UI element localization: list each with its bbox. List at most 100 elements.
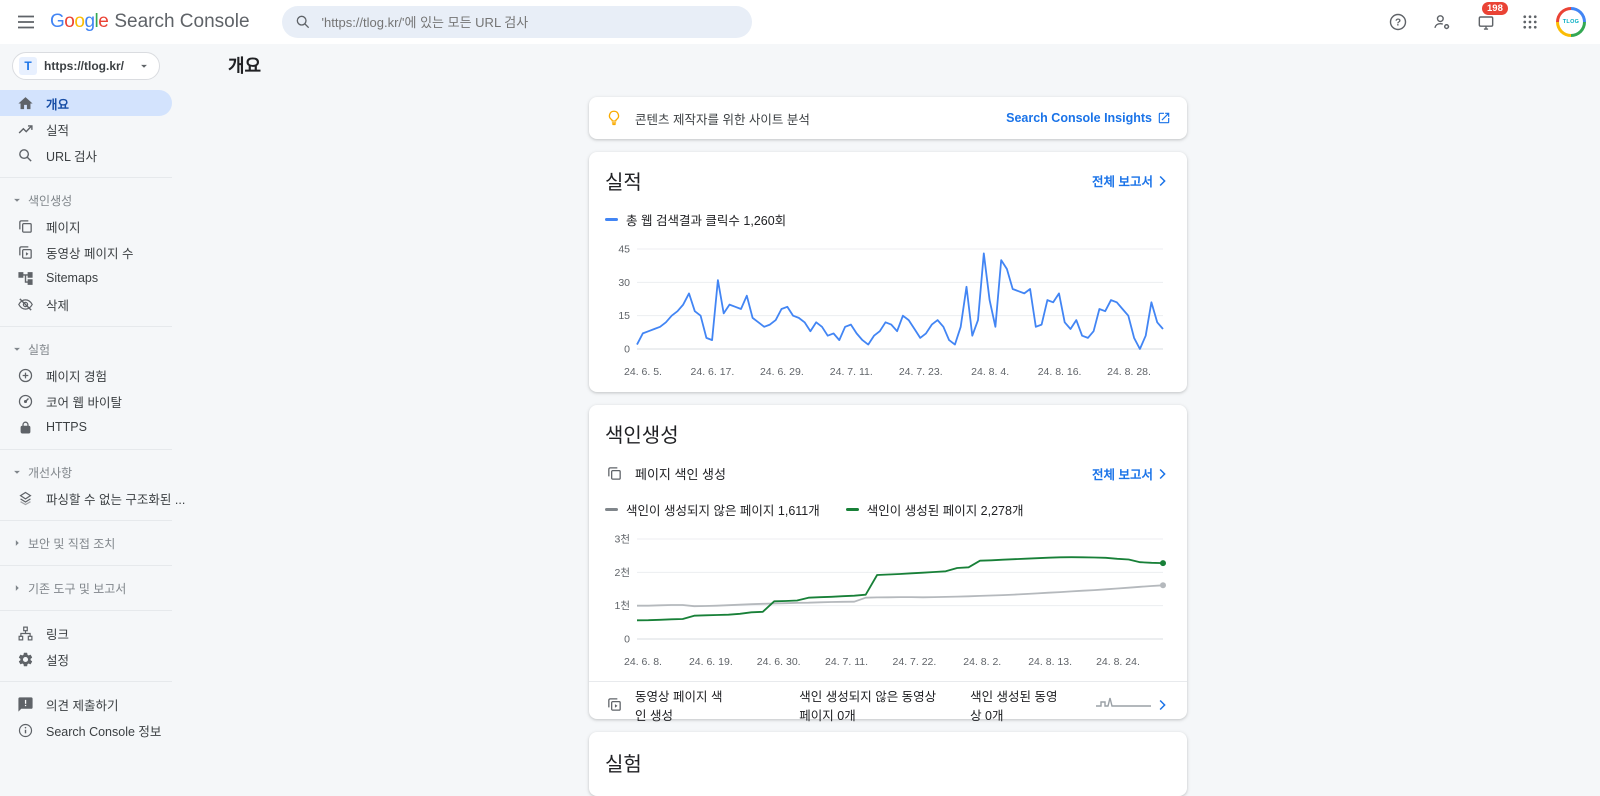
sidebar-item-label: 페이지: [46, 217, 81, 236]
legend-dash-green: [846, 508, 859, 512]
caret-right-icon: [10, 536, 24, 550]
svg-text:30: 30: [618, 277, 630, 289]
sidebar-item-label: 링크: [46, 624, 69, 643]
sidebar-item-url-inspection[interactable]: URL 검사: [0, 142, 172, 168]
sidebar-item-about[interactable]: Search Console 정보: [0, 717, 172, 743]
insights-banner-text: 콘텐츠 제작자를 위한 사이트 분석: [635, 109, 810, 128]
info-icon: [16, 721, 34, 739]
indexing-full-report-link[interactable]: 전체 보고서: [1092, 464, 1171, 483]
video-row-label: 동영상 페이지 색인 생성: [635, 686, 727, 724]
sidebar-section-indexing[interactable]: 색인생성: [0, 187, 200, 213]
sidebar-item-feedback[interactable]: 의견 제출하기: [0, 691, 172, 717]
sidebar-item-label: 개요: [46, 94, 69, 113]
sidebar-item-label: Search Console 정보: [46, 721, 161, 740]
svg-text:45: 45: [618, 244, 630, 256]
sidebar-item-removals[interactable]: 삭제: [0, 291, 172, 317]
sidebar-section-label: 보안 및 직접 조치: [28, 535, 115, 552]
video-pages-icon: [16, 243, 34, 261]
sidebar-item-performance[interactable]: 실적: [0, 116, 172, 142]
sidebar-item-unparsable-structured-data[interactable]: 파싱할 수 없는 구조화된 ...: [0, 485, 172, 511]
chevron-down-icon: [137, 59, 151, 73]
indexing-full-report-label: 전체 보고서: [1092, 464, 1153, 483]
sidebar-item-video-pages[interactable]: 동영상 페이지 수: [0, 239, 172, 265]
legend-indexed-label: 색인이 생성된 페이지 2,278개: [867, 500, 1024, 519]
lock-icon: [16, 418, 34, 436]
menu-icon[interactable]: [6, 2, 46, 42]
performance-card: 실적 전체 보고서 총 웹 검색결과 클릭수 1,260회 015304524.…: [589, 152, 1187, 392]
sidebar-item-https[interactable]: HTTPS: [0, 414, 172, 440]
sidebar-divider: [0, 565, 172, 566]
topbar-actions: ? 198 TLOG: [1380, 4, 1600, 40]
legend-not-indexed: 색인이 생성되지 않은 페이지 1,611개: [605, 500, 820, 519]
svg-text:24. 6. 19.: 24. 6. 19.: [689, 656, 733, 668]
home-icon: [16, 94, 34, 112]
property-favicon: T: [19, 57, 37, 75]
svg-text:24. 7. 23.: 24. 7. 23.: [899, 366, 943, 378]
video-sparkline: [1095, 695, 1153, 714]
indexing-subtitle: 페이지 색인 생성: [635, 464, 726, 483]
sidebar-divider: [0, 520, 172, 521]
sidebar-divider: [0, 449, 172, 450]
video-pages-icon: [605, 696, 623, 714]
plus-circle-icon: [16, 366, 34, 384]
sidebar-item-label: 설정: [46, 650, 69, 669]
svg-text:24. 6. 29.: 24. 6. 29.: [760, 366, 804, 378]
svg-text:24. 8. 16.: 24. 8. 16.: [1038, 366, 1082, 378]
performance-card-title: 실적: [605, 166, 642, 195]
search-input[interactable]: [322, 15, 740, 30]
performance-legend-label: 총 웹 검색결과 클릭수 1,260회: [626, 210, 786, 229]
sidebar-section-label: 실험: [28, 341, 50, 358]
sidebar-divider: [0, 610, 172, 611]
performance-legend-item: 총 웹 검색결과 클릭수 1,260회: [605, 210, 786, 229]
video-row-chevron-icon[interactable]: [1153, 696, 1171, 714]
schema-icon: [16, 489, 34, 507]
manage-users-icon[interactable]: [1424, 4, 1460, 40]
url-inspection-searchbox[interactable]: [282, 6, 752, 38]
sitemap-icon: [16, 269, 34, 287]
performance-full-report-link[interactable]: 전체 보고서: [1092, 171, 1171, 190]
notification-badge: 198: [1482, 2, 1508, 15]
insights-banner: 콘텐츠 제작자를 위한 사이트 분석 Search Console Insigh…: [589, 97, 1187, 139]
sidebar-section-label: 기존 도구 및 보고서: [28, 580, 126, 597]
whats-new-icon[interactable]: 198: [1468, 4, 1504, 40]
sidebar-section-experience[interactable]: 실험: [0, 336, 200, 362]
svg-text:24. 7. 22.: 24. 7. 22.: [893, 656, 937, 668]
app-logo: Google Search Console: [50, 11, 250, 33]
sidebar-item-settings[interactable]: 설정: [0, 646, 172, 672]
sidebar-item-page-experience[interactable]: 페이지 경험: [0, 362, 172, 388]
sidebar-item-links[interactable]: 링크: [0, 620, 172, 646]
indexing-line-chart: 01천2천3천24. 6. 8.24. 6. 19.24. 6. 30.24. …: [605, 527, 1171, 675]
sidebar-item-sitemaps[interactable]: Sitemaps: [0, 265, 172, 291]
caret-down-icon: [10, 193, 24, 207]
property-label: https://tlog.kr/: [44, 59, 137, 73]
sidebar-section-enhancements[interactable]: 개선사항: [0, 459, 200, 485]
video-indexing-row[interactable]: 동영상 페이지 색인 생성 색인 생성되지 않은 동영상 페이지 0개 색인 생…: [589, 681, 1187, 727]
apps-grid-icon[interactable]: [1512, 4, 1548, 40]
sidebar-item-overview[interactable]: 개요: [0, 90, 172, 116]
property-selector[interactable]: T https://tlog.kr/: [12, 52, 160, 80]
sidebar-section-security-manual-actions[interactable]: 보안 및 직접 조치: [0, 530, 200, 556]
sidebar-section-legacy-tools[interactable]: 기존 도구 및 보고서: [0, 575, 200, 601]
caret-down-icon: [10, 465, 24, 479]
sidebar-item-label: 파싱할 수 없는 구조화된 ...: [46, 489, 185, 508]
svg-text:24. 8. 24.: 24. 8. 24.: [1096, 656, 1140, 668]
svg-text:24. 7. 11.: 24. 7. 11.: [825, 656, 868, 668]
help-icon[interactable]: ?: [1380, 4, 1416, 40]
sidebar-item-label: 의견 제출하기: [46, 695, 118, 714]
main-content: 개요 콘텐츠 제작자를 위한 사이트 분석 Search Console Ins…: [200, 44, 1600, 780]
page-title: 개요: [228, 52, 261, 78]
trending-up-icon: [16, 120, 34, 138]
sidebar-item-pages[interactable]: 페이지: [0, 213, 172, 239]
sidebar-item-core-web-vitals[interactable]: 코어 웹 바이탈: [0, 388, 172, 414]
insights-link[interactable]: Search Console Insights: [1006, 111, 1171, 125]
sidebar-item-label: 삭제: [46, 295, 69, 314]
svg-text:0: 0: [624, 344, 630, 356]
svg-text:24. 8. 13.: 24. 8. 13.: [1028, 656, 1072, 668]
sidebar-item-label: 동영상 페이지 수: [46, 243, 133, 262]
caret-down-icon: [10, 342, 24, 356]
experience-card: 실험: [589, 732, 1187, 796]
svg-text:?: ?: [1395, 17, 1401, 28]
avatar[interactable]: TLOG: [1556, 7, 1586, 37]
pages-icon: [16, 217, 34, 235]
sidebar-divider: [0, 326, 172, 327]
